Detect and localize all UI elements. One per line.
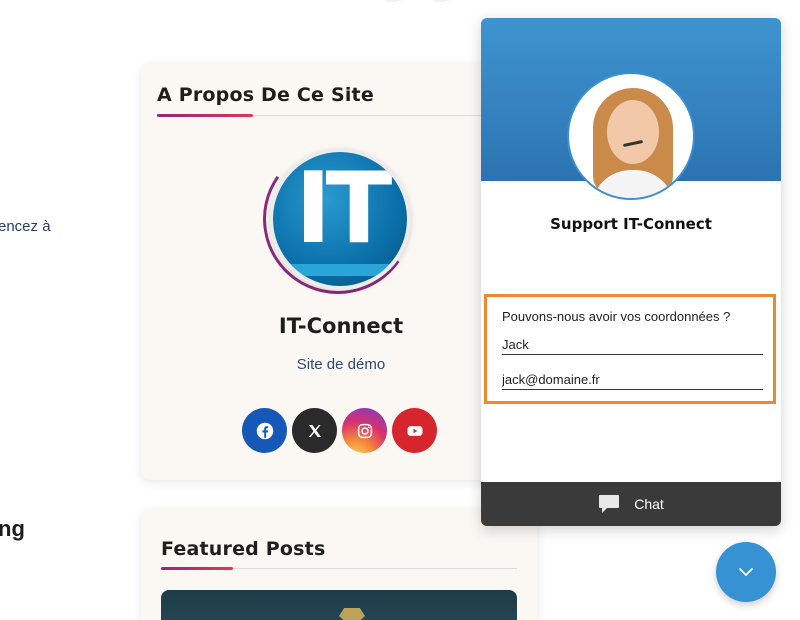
instagram-icon <box>357 423 372 438</box>
chat-button-label: Chat <box>634 496 664 512</box>
youtube-icon <box>407 425 422 436</box>
site-logo: IT <box>251 132 425 306</box>
chat-widget: Support IT-Connect Pouvons-nous avoir vo… <box>481 18 781 526</box>
title-accent-bar <box>157 114 253 117</box>
x-button[interactable] <box>292 408 337 453</box>
title-accent-bar <box>161 567 233 570</box>
social-links <box>242 408 437 453</box>
chevron-down-icon <box>739 568 753 576</box>
contact-form: Pouvons-nous avoir vos coordonnées ? <box>484 294 776 404</box>
youtube-button[interactable] <box>392 408 437 453</box>
post-thumbnail[interactable] <box>161 590 517 620</box>
form-prompt: Pouvons-nous avoir vos coordonnées ? <box>502 309 731 324</box>
agent-avatar <box>567 72 695 200</box>
name-field[interactable] <box>502 335 763 355</box>
featured-posts-title: Featured Posts <box>161 538 326 560</box>
featured-posts-card: Featured Posts <box>141 510 537 620</box>
chat-bubble-icon <box>599 495 620 513</box>
background-heading-fragment: ng <box>0 516 25 541</box>
agent-name: Support IT-Connect <box>550 215 712 233</box>
instagram-button[interactable] <box>342 408 387 453</box>
x-icon <box>308 424 321 437</box>
about-card-title: A Propos De Ce Site <box>157 84 374 106</box>
facebook-button[interactable] <box>242 408 287 453</box>
chat-button[interactable]: Chat <box>481 482 781 526</box>
chat-toggle-button[interactable] <box>716 542 776 602</box>
background-text-fragment: encez à <box>0 218 51 235</box>
facebook-icon <box>256 422 273 439</box>
logo-text: IT <box>295 152 392 266</box>
top-decoration <box>378 0 458 2</box>
email-field[interactable] <box>502 370 763 390</box>
